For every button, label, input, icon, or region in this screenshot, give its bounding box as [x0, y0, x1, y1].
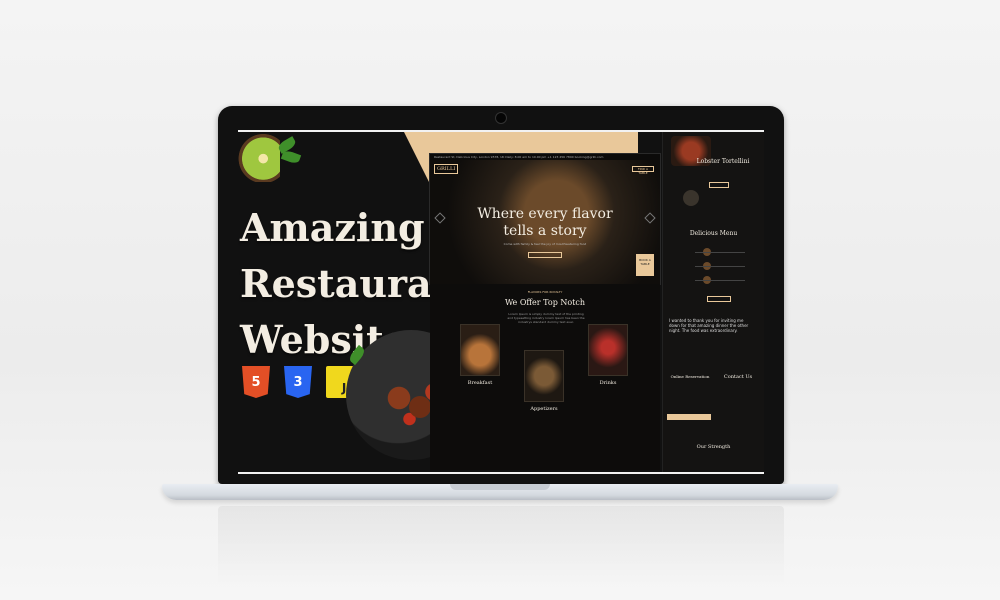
breakfast-image — [461, 325, 499, 375]
drinks-label: Drinks — [599, 380, 617, 386]
html5-icon: 5 — [242, 366, 270, 398]
appetizers-label: Appetizers — [530, 406, 558, 412]
offer-eyebrow: FLAVORS FOR ROYALTY — [527, 290, 563, 294]
menu-title: Delicious Menu — [689, 230, 738, 237]
view-menu-button[interactable] — [528, 252, 562, 258]
laptop-screen: Amazing Restaurant Website 5 3 JS Restau… — [238, 130, 764, 474]
leaf-icon — [280, 149, 302, 165]
order-button[interactable] — [709, 182, 729, 188]
reservation-title: Online Reservation — [670, 374, 710, 379]
book-table-badge[interactable]: BOOK A TABLE — [636, 254, 654, 276]
breakfast-label: Breakfast — [467, 380, 493, 386]
find-table-button[interactable]: FIND A TABLE — [632, 166, 654, 175]
contact-title: Contact Us — [723, 374, 753, 380]
appetizers-image — [525, 351, 563, 401]
offer-text: Lorem Ipsum is simply dummy text of the … — [507, 312, 585, 324]
screen-bottom-highlight — [238, 472, 764, 474]
hero-topbar: Restaurant St, Delicious City, London 95… — [430, 154, 660, 160]
view-all-menu-button[interactable] — [707, 296, 731, 302]
offer-title: We Offer Top Notch — [504, 298, 586, 307]
laptop-base — [162, 484, 838, 500]
hero-title-line-1: Where every flavor — [477, 206, 613, 222]
kiwi-image — [238, 130, 280, 182]
reflection — [218, 506, 784, 586]
hero-title: Where every flavor tells a story — [430, 206, 660, 240]
drinks-card[interactable] — [588, 324, 628, 376]
menu-divider — [695, 266, 745, 267]
menu-divider — [695, 280, 745, 281]
offer-section: FLAVORS FOR ROYALTY We Offer Top Notch L… — [430, 284, 660, 470]
breakfast-card[interactable] — [460, 324, 500, 376]
featured-title: Lobster Tortellini — [696, 158, 750, 165]
hero-section: Restaurant St, Delicious City, London 95… — [430, 154, 660, 284]
page-right-column: Lobster Tortellini Delicious Menu I want… — [662, 130, 764, 474]
testimonial-quote: I wanted to thank you for inviting me do… — [669, 318, 749, 333]
css3-icon: 3 — [284, 366, 312, 398]
laptop-notch — [450, 484, 550, 490]
site-logo[interactable]: GRILLI — [434, 164, 459, 174]
appetizers-card[interactable] — [524, 350, 564, 402]
screen-top-highlight — [238, 130, 764, 132]
strength-title: Our Strength — [696, 444, 731, 450]
tech-icons: 5 3 JS — [242, 366, 358, 398]
laptop: Amazing Restaurant Website 5 3 JS Restau… — [218, 106, 784, 484]
drinks-image — [589, 325, 627, 375]
webcam-icon — [495, 112, 507, 124]
hero-title-line-2: tells a story — [503, 223, 587, 239]
menu-divider — [695, 252, 745, 253]
book-table-button[interactable] — [667, 414, 711, 420]
dish-thumb — [683, 190, 699, 206]
hero-subtitle: Come with family & feel the joy of mouth… — [503, 242, 587, 246]
